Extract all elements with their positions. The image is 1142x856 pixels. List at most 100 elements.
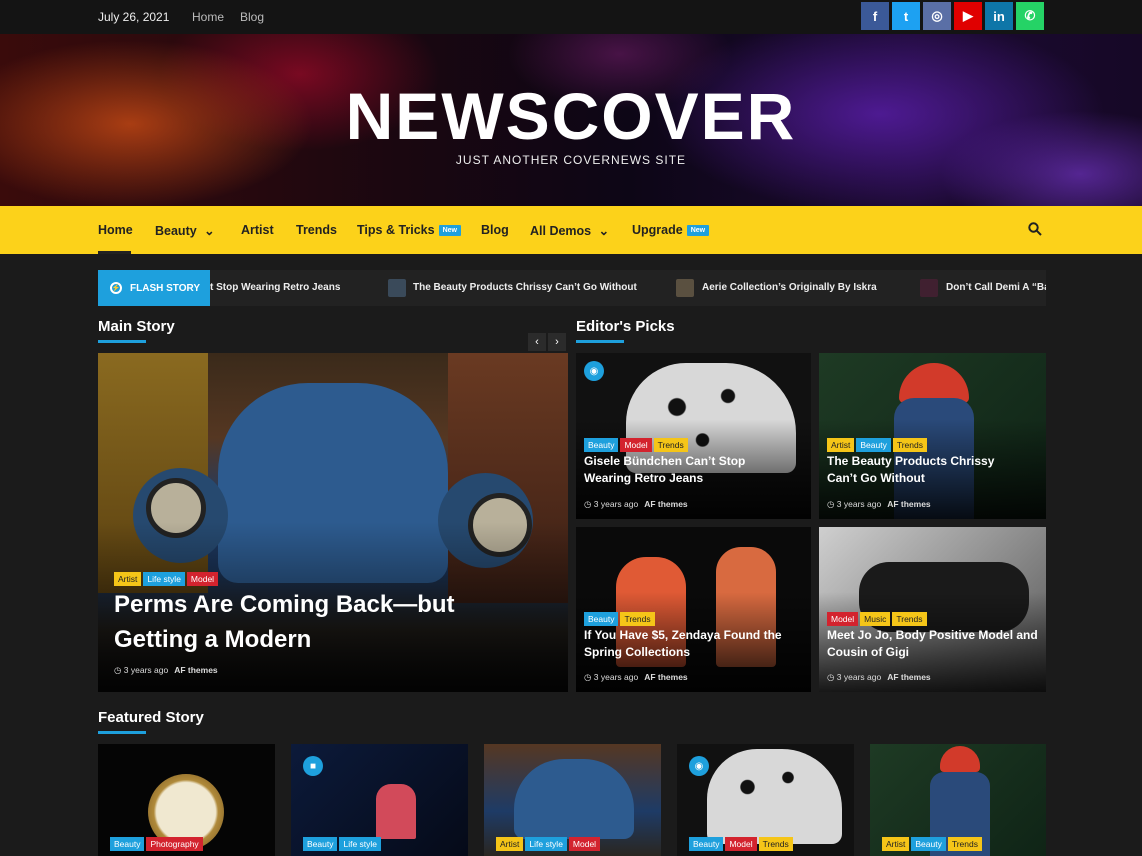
- category-tag[interactable]: Beauty: [303, 837, 338, 851]
- nav-artist[interactable]: Artist: [241, 223, 274, 237]
- main-story-heading: Main Story: [98, 318, 175, 335]
- editors-pick-card[interactable]: Model Music Trends Meet Jo Jo, Body Positi…: [819, 527, 1046, 692]
- main-story-title[interactable]: Perms Are Coming Back—but Getting a Mode…: [114, 588, 484, 658]
- category-tag[interactable]: Life style: [525, 837, 567, 851]
- post-author[interactable]: AF themes: [887, 499, 930, 509]
- post-time: 3 years ago: [836, 499, 882, 509]
- category-tag[interactable]: Artist: [827, 438, 855, 452]
- youtube-icon[interactable]: ▶: [954, 2, 982, 30]
- nav-home[interactable]: Home: [98, 223, 133, 237]
- category-tag[interactable]: Model: [827, 612, 859, 626]
- clock-icon: ◷: [584, 499, 594, 509]
- site-title[interactable]: NEWSCOVER: [0, 78, 1142, 154]
- featured-card[interactable]: Artist Beauty Trends: [870, 744, 1046, 856]
- category-tag[interactable]: Trends: [653, 438, 688, 452]
- post-title[interactable]: Meet Jo Jo, Body Positive Model and Cous…: [827, 627, 1042, 662]
- category-tags: Beauty Photography: [110, 834, 205, 852]
- category-tag[interactable]: Model: [725, 837, 757, 851]
- post-author[interactable]: AF themes: [887, 672, 930, 682]
- featured-card[interactable]: Artist Life style Model: [484, 744, 661, 856]
- ticker-item[interactable]: The Beauty Products Chrissy Can’t Go Wit…: [413, 282, 637, 293]
- editors-pick-card[interactable]: Artist Beauty Trends The Beauty Products C…: [819, 353, 1046, 519]
- category-tag[interactable]: Life style: [143, 572, 185, 586]
- category-tag[interactable]: Trends: [892, 612, 927, 626]
- photographer-image: [940, 746, 980, 772]
- category-tag[interactable]: Artist: [882, 837, 910, 851]
- nav-all-demos-label: All Demos: [530, 224, 592, 238]
- post-author[interactable]: AF themes: [644, 672, 687, 682]
- chevron-down-icon: ⌄: [598, 224, 610, 238]
- category-tag[interactable]: Beauty: [856, 438, 891, 452]
- category-tags: Artist Life style Model: [496, 834, 602, 852]
- dancers-image: [376, 784, 416, 839]
- featured-card[interactable]: ◉ Beauty Model Trends: [677, 744, 854, 856]
- twitter-icon[interactable]: t: [892, 2, 920, 30]
- category-tag[interactable]: Beauty: [584, 612, 619, 626]
- post-author[interactable]: AF themes: [174, 665, 217, 675]
- nav-tips-tricks-label: Tips & Tricks: [357, 223, 435, 237]
- post-meta: ◷ 3 years ago AF themes: [114, 665, 218, 676]
- flash-story-ticker: ⚡ FLASH STORY t Stop Wearing Retro Jeans …: [98, 270, 1046, 306]
- ticker-item[interactable]: Don’t Call Demi A “Ba: [946, 282, 1046, 293]
- nav-active-indicator: [98, 251, 131, 254]
- post-title[interactable]: The Beauty Products Chrissy Can’t Go Wit…: [827, 453, 1027, 488]
- category-tag[interactable]: Beauty: [689, 837, 724, 851]
- featured-card[interactable]: ■ Beauty Life style: [291, 744, 468, 856]
- dalmatian-image: [707, 749, 842, 844]
- instagram-icon[interactable]: ◎: [923, 2, 951, 30]
- featured-story-underline: [98, 731, 146, 734]
- post-meta: ◷ 3 years ago AF themes: [827, 499, 931, 510]
- slider-prev-button[interactable]: ‹: [528, 333, 546, 351]
- category-tag[interactable]: Trends: [758, 837, 793, 851]
- category-tag[interactable]: Artist: [114, 572, 142, 586]
- featured-card[interactable]: Beauty Photography: [98, 744, 275, 856]
- nav-artist-label: Artist: [241, 223, 274, 237]
- nav-trends[interactable]: Trends: [296, 223, 337, 237]
- category-tag[interactable]: Model: [568, 837, 601, 851]
- post-meta: ◷ 3 years ago AF themes: [584, 672, 688, 683]
- category-tag[interactable]: Model: [186, 572, 219, 586]
- clock-icon: ◷: [114, 665, 124, 675]
- linkedin-icon[interactable]: in: [985, 2, 1013, 30]
- nav-all-demos[interactable]: All Demos ⌄: [530, 223, 609, 238]
- post-title[interactable]: If You Have $5, Zendaya Found the Spring…: [584, 627, 809, 662]
- slider-next-button[interactable]: ›: [548, 333, 566, 351]
- nav-home-label: Home: [98, 223, 133, 237]
- post-author[interactable]: AF themes: [644, 499, 687, 509]
- category-tags: Beauty Trends: [584, 609, 657, 627]
- nav-tips-tricks[interactable]: Tips & Tricks New: [357, 223, 461, 237]
- ticker-item[interactable]: t Stop Wearing Retro Jeans: [210, 282, 340, 293]
- category-tag[interactable]: Music: [860, 612, 891, 626]
- category-tag[interactable]: Beauty: [911, 837, 946, 851]
- editors-pick-card[interactable]: Beauty Trends If You Have $5, Zendaya Fou…: [576, 527, 811, 692]
- category-tag[interactable]: Beauty: [584, 438, 619, 452]
- category-tag[interactable]: Beauty: [110, 837, 145, 851]
- category-tag[interactable]: Trends: [620, 612, 655, 626]
- nav-blog[interactable]: Blog: [481, 223, 509, 237]
- clock-icon: ◷: [827, 672, 837, 682]
- category-tag[interactable]: Photography: [146, 837, 203, 851]
- category-tag[interactable]: Artist: [496, 837, 524, 851]
- nav-beauty[interactable]: Beauty ⌄: [155, 223, 215, 238]
- flash-story-text: FLASH STORY: [130, 282, 201, 294]
- post-time: 3 years ago: [593, 672, 639, 682]
- category-tags: Beauty Life style: [303, 834, 383, 852]
- ticker-item[interactable]: Aerie Collection’s Originally By Iskra: [702, 282, 877, 293]
- post-title[interactable]: Gisele Bündchen Can’t Stop Wearing Retro…: [584, 453, 784, 488]
- camera-icon: ◉: [584, 361, 604, 381]
- search-icon[interactable]: [1028, 222, 1044, 238]
- editors-pick-card[interactable]: ◉ Beauty Model Trends Gisele Bündchen Can’…: [576, 353, 811, 519]
- clock-icon: ◷: [584, 672, 594, 682]
- category-tag[interactable]: Model: [620, 438, 652, 452]
- facebook-icon[interactable]: f: [861, 2, 889, 30]
- whatsapp-icon[interactable]: ✆: [1016, 2, 1044, 30]
- top-link-blog[interactable]: Blog: [240, 10, 264, 24]
- nav-beauty-label: Beauty: [155, 224, 197, 238]
- nav-upgrade[interactable]: Upgrade New: [632, 223, 710, 237]
- category-tag[interactable]: Life style: [339, 837, 382, 851]
- category-tag[interactable]: Trends: [892, 438, 927, 452]
- top-link-home[interactable]: Home: [192, 10, 224, 24]
- bolt-icon: ⚡: [110, 282, 122, 294]
- main-story-card[interactable]: Artist Life style Model Perms Are Coming B…: [98, 353, 568, 692]
- category-tag[interactable]: Trends: [947, 837, 982, 851]
